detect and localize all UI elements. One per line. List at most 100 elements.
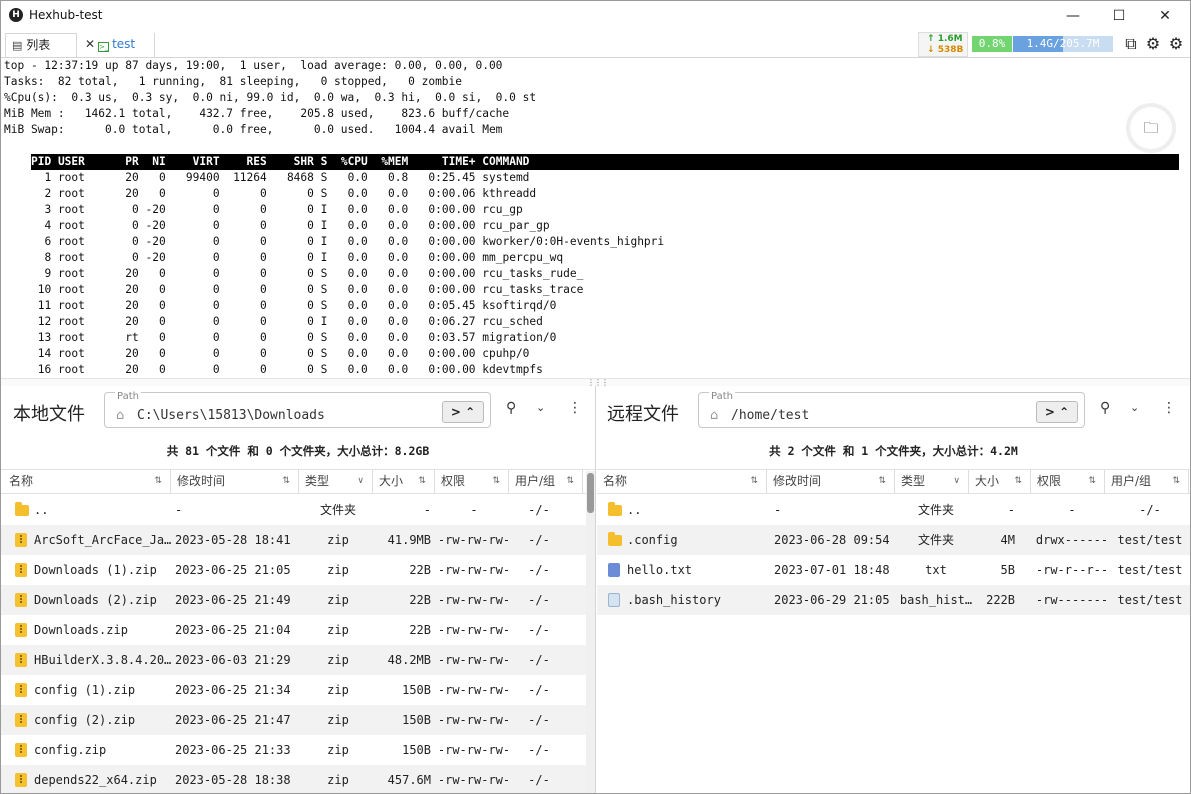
file-row[interactable]: .bash_history 2023-06-29 21:05 bash_hist… 2… bbox=[597, 585, 1190, 615]
file-row[interactable]: config.zip 2023-06-25 21:33 zip 150B -rw-rw-… bbox=[1, 735, 586, 765]
zip-icon bbox=[15, 563, 27, 577]
file-perm: - bbox=[1068, 503, 1076, 517]
path-nav-buttons[interactable]: > ⌃ bbox=[442, 401, 484, 423]
file-row[interactable]: hello.txt 2023-07-01 18:48 txt 5B -rw-r--r--… bbox=[597, 555, 1190, 585]
local-path-box[interactable]: Path ⌂ C:\Users\15813\Downloads > ⌃ bbox=[104, 391, 491, 428]
terminal-line: MiB Mem : 1462.1 total, 432.7 free, 205.… bbox=[4, 107, 510, 120]
tab-list[interactable]: ▤ 列表 bbox=[5, 33, 77, 57]
file-type: zip bbox=[327, 653, 349, 667]
terminal-output[interactable]: top - 12:37:19 up 87 days, 19:00, 1 user… bbox=[1, 58, 1190, 378]
chevron-down-icon[interactable]: ∨ bbox=[953, 470, 960, 493]
chevron-down-icon[interactable]: ⌄ bbox=[1130, 401, 1139, 415]
new-window-icon[interactable]: ⧉ bbox=[1121, 34, 1141, 54]
file-row[interactable]: depends22_x64.zip 2023-05-28 18:38 zip 457.… bbox=[1, 765, 586, 793]
file-manager-toggle-button[interactable]: 🗀 bbox=[1130, 107, 1172, 149]
column-header-0[interactable]: 名称 ⇅ bbox=[597, 470, 767, 493]
file-row[interactable]: config (2).zip 2023-06-25 21:47 zip 150B -rw… bbox=[1, 705, 586, 735]
column-header-1[interactable]: 修改时间 ⇅ bbox=[767, 470, 895, 493]
settings-icon[interactable]: ⚙ bbox=[1143, 34, 1163, 54]
path-label: Path bbox=[115, 391, 141, 402]
sort-icon[interactable]: ⇅ bbox=[418, 470, 426, 493]
gear-icon[interactable]: ⚙ bbox=[1166, 34, 1186, 54]
file-row[interactable]: .. - 文件夹 - - -/- bbox=[597, 495, 1190, 525]
sort-icon[interactable]: ⇅ bbox=[1088, 470, 1096, 493]
column-header-4[interactable]: 权限 ⇅ bbox=[435, 470, 509, 493]
remote-file-pane: 远程文件 Path ⌂ /home/test > ⌃ ⚲ ⌄ ⋮ 共 2 个文件… bbox=[597, 386, 1190, 793]
column-header-3[interactable]: 大小 ⇅ bbox=[969, 470, 1031, 493]
column-header-5[interactable]: 用户/组 ⇅ bbox=[1105, 470, 1189, 493]
file-row[interactable]: .. - 文件夹 - - -/- bbox=[1, 495, 586, 525]
sort-icon[interactable]: ⇅ bbox=[154, 470, 162, 493]
sort-icon[interactable]: ⇅ bbox=[878, 470, 886, 493]
column-header-4[interactable]: 权限 ⇅ bbox=[1031, 470, 1105, 493]
more-icon[interactable]: ⋮ bbox=[568, 401, 582, 415]
file-time: 2023-05-28 18:38 bbox=[175, 773, 291, 787]
column-header-5[interactable]: 用户/组 ⇅ bbox=[509, 470, 583, 493]
home-icon[interactable]: ⌂ bbox=[710, 409, 718, 422]
zip-icon bbox=[15, 533, 27, 547]
sort-icon[interactable]: ⇅ bbox=[1172, 470, 1180, 493]
sort-icon[interactable]: ⇅ bbox=[282, 470, 290, 493]
splitter-grip-icon[interactable]: ⋮⋮⋮ bbox=[587, 379, 609, 387]
file-owner: -/- bbox=[528, 743, 550, 757]
file-name: .config bbox=[627, 533, 678, 547]
column-header-label: 修改时间 bbox=[773, 474, 822, 488]
close-button[interactable]: ✕ bbox=[1142, 1, 1188, 31]
chevron-down-icon[interactable]: ∨ bbox=[357, 470, 364, 493]
close-tab-icon[interactable]: ✕ bbox=[85, 37, 95, 51]
file-row[interactable]: Downloads (1).zip 2023-06-25 21:05 zip 22B -… bbox=[1, 555, 586, 585]
file-size: 48.2MB bbox=[387, 653, 431, 667]
file-row[interactable]: ArcSoft_ArcFace_Ja… 2023-05-28 18:41 zip 41… bbox=[1, 525, 586, 555]
column-header-2[interactable]: 类型 ∨ bbox=[895, 470, 969, 493]
file-type: zip bbox=[327, 593, 349, 607]
pane-splitter[interactable]: ⋮⋮⋮ bbox=[1, 378, 1190, 387]
file-name: depends22_x64.zip bbox=[34, 773, 157, 787]
file-size: 4M bbox=[1000, 533, 1015, 547]
file-name: config (1).zip bbox=[34, 683, 136, 697]
file-perm: -rw-rw-rw- bbox=[437, 593, 511, 607]
more-icon[interactable]: ⋮ bbox=[1162, 401, 1176, 415]
file-type: zip bbox=[327, 563, 349, 577]
file-row[interactable]: config (1).zip 2023-06-25 21:34 zip 150B -rw… bbox=[1, 675, 586, 705]
column-header-3[interactable]: 大小 ⇅ bbox=[373, 470, 435, 493]
column-header-2[interactable]: 类型 ∨ bbox=[299, 470, 373, 493]
file-name: Downloads (2).zip bbox=[34, 593, 157, 607]
sort-icon[interactable]: ⇅ bbox=[750, 470, 758, 493]
local-scrollbar[interactable] bbox=[586, 471, 595, 793]
maximize-button[interactable]: ☐ bbox=[1096, 1, 1142, 31]
column-header-label: 名称 bbox=[603, 474, 628, 488]
process-row: 6 root 0 -20 0 0 0 I 0.0 0.0 0:00.00 kwo… bbox=[31, 235, 665, 248]
file-size: 22B bbox=[409, 563, 431, 577]
file-row[interactable]: Downloads (2).zip 2023-06-25 21:49 zip 22B -… bbox=[1, 585, 586, 615]
path-nav-buttons[interactable]: > ⌃ bbox=[1036, 401, 1078, 423]
file-row[interactable]: HBuilderX.3.8.4.20… 2023-06-03 21:29 zip 48… bbox=[1, 645, 586, 675]
chevron-down-icon[interactable]: ⌄ bbox=[536, 401, 545, 415]
column-header-0[interactable]: 名称 ⇅ bbox=[3, 470, 171, 493]
scrollbar-thumb[interactable] bbox=[587, 473, 594, 513]
column-header-1[interactable]: 修改时间 ⇅ bbox=[171, 470, 299, 493]
sort-icon[interactable]: ⇅ bbox=[492, 470, 500, 493]
column-header-label: 用户/组 bbox=[1111, 474, 1152, 488]
file-time: 2023-07-01 18:48 bbox=[774, 563, 890, 577]
column-header-label: 类型 bbox=[901, 474, 926, 488]
file-owner: -/- bbox=[528, 683, 550, 697]
local-file-pane: 本地文件 Path ⌂ C:\Users\15813\Downloads > ⌃… bbox=[1, 386, 596, 793]
local-path-input[interactable]: C:\Users\15813\Downloads bbox=[137, 408, 325, 423]
process-row: 9 root 20 0 0 0 0 S 0.0 0.0 0:00.00 rcu_… bbox=[31, 267, 584, 280]
remote-path-input[interactable]: /home/test bbox=[731, 408, 809, 423]
tab-test[interactable]: ✕ >_ test bbox=[79, 33, 155, 57]
search-icon[interactable]: ⚲ bbox=[1100, 401, 1110, 415]
column-header-label: 名称 bbox=[9, 474, 34, 488]
file-perm: -rw-r--r-- bbox=[1035, 563, 1109, 577]
file-row[interactable]: .config 2023-06-28 09:54 文件夹 4M drwx------ te… bbox=[597, 525, 1190, 555]
app-window: { "window":{"title":"Hexhub-test","logo"… bbox=[0, 0, 1191, 794]
network-speed: ↑ 1.6M ↓ 538B bbox=[918, 32, 968, 57]
remote-path-box[interactable]: Path ⌂ /home/test > ⌃ bbox=[698, 391, 1085, 428]
sort-icon[interactable]: ⇅ bbox=[566, 470, 574, 493]
minimize-button[interactable]: — bbox=[1050, 1, 1096, 31]
file-type: 文件夹 bbox=[917, 533, 954, 547]
home-icon[interactable]: ⌂ bbox=[116, 409, 124, 422]
search-icon[interactable]: ⚲ bbox=[506, 401, 516, 415]
file-row[interactable]: Downloads.zip 2023-06-25 21:04 zip 22B -rw-r… bbox=[1, 615, 586, 645]
sort-icon[interactable]: ⇅ bbox=[1014, 470, 1022, 493]
